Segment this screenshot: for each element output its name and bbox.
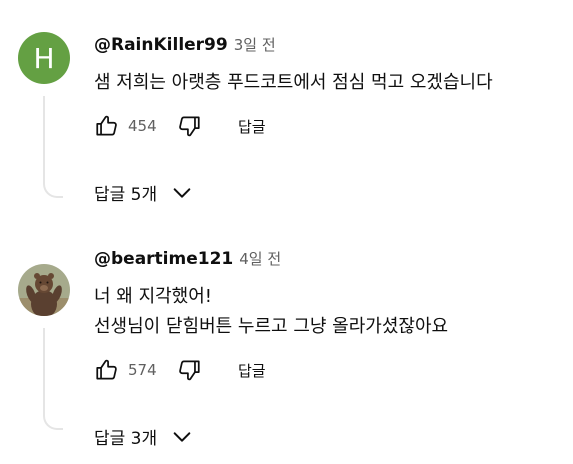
comment-2: @beartime121 4일 전 너 왜 지각했어! 선생님이 닫힘버튼 누르고… [0, 232, 573, 464]
reply-button[interactable]: 답글 [238, 360, 266, 381]
comment-actions: 454 답글 [94, 112, 266, 140]
thread-line [43, 328, 63, 430]
chevron-down-icon [173, 431, 191, 442]
comment-time[interactable]: 3일 전 [234, 36, 276, 54]
thumbs-up-icon[interactable] [94, 113, 120, 139]
author-name[interactable]: @RainKiller99 [94, 35, 228, 55]
comment-text: 샘 저희는 아랫층 푸드코트에서 점심 먹고 오겠습니다 [94, 68, 493, 98]
replies-toggle[interactable]: 답글 5개 [94, 180, 193, 205]
replies-count: 답글 3개 [94, 429, 158, 449]
chevron-down-icon [173, 187, 191, 198]
like-count: 454 [128, 117, 157, 135]
author-name[interactable]: @beartime121 [94, 249, 233, 269]
thumbs-down-icon[interactable] [176, 357, 202, 383]
comment-header: @RainKiller99 3일 전 [94, 34, 276, 55]
comment-1: H @RainKiller99 3일 전 샘 저희는 아랫층 푸드코트에서 점심 … [0, 0, 573, 232]
comment-line: 너 왜 지각했어! [94, 286, 213, 307]
avatar[interactable] [18, 264, 70, 316]
comment-header: @beartime121 4일 전 [94, 248, 281, 269]
comment-actions: 574 답글 [94, 356, 266, 384]
thread-line [43, 96, 63, 198]
replies-count: 답글 5개 [94, 185, 158, 205]
avatar-letter: H [33, 41, 55, 75]
thumbs-down-icon[interactable] [176, 113, 202, 139]
comment-line: 선생님이 닫힘버튼 누르고 그냥 올라가셨잖아요 [94, 316, 449, 337]
comment-text: 너 왜 지각했어! 선생님이 닫힘버튼 누르고 그냥 올라가셨잖아요 [94, 282, 448, 342]
thumbs-up-icon[interactable] [94, 357, 120, 383]
replies-toggle[interactable]: 답글 3개 [94, 424, 193, 449]
avatar[interactable]: H [18, 32, 70, 84]
bear-photo-avatar [18, 264, 70, 316]
comment-time[interactable]: 4일 전 [239, 250, 281, 268]
like-count: 574 [128, 361, 157, 379]
reply-button[interactable]: 답글 [238, 116, 266, 137]
comment-line: 샘 저희는 아랫층 푸드코트에서 점심 먹고 오겠습니다 [94, 72, 493, 93]
